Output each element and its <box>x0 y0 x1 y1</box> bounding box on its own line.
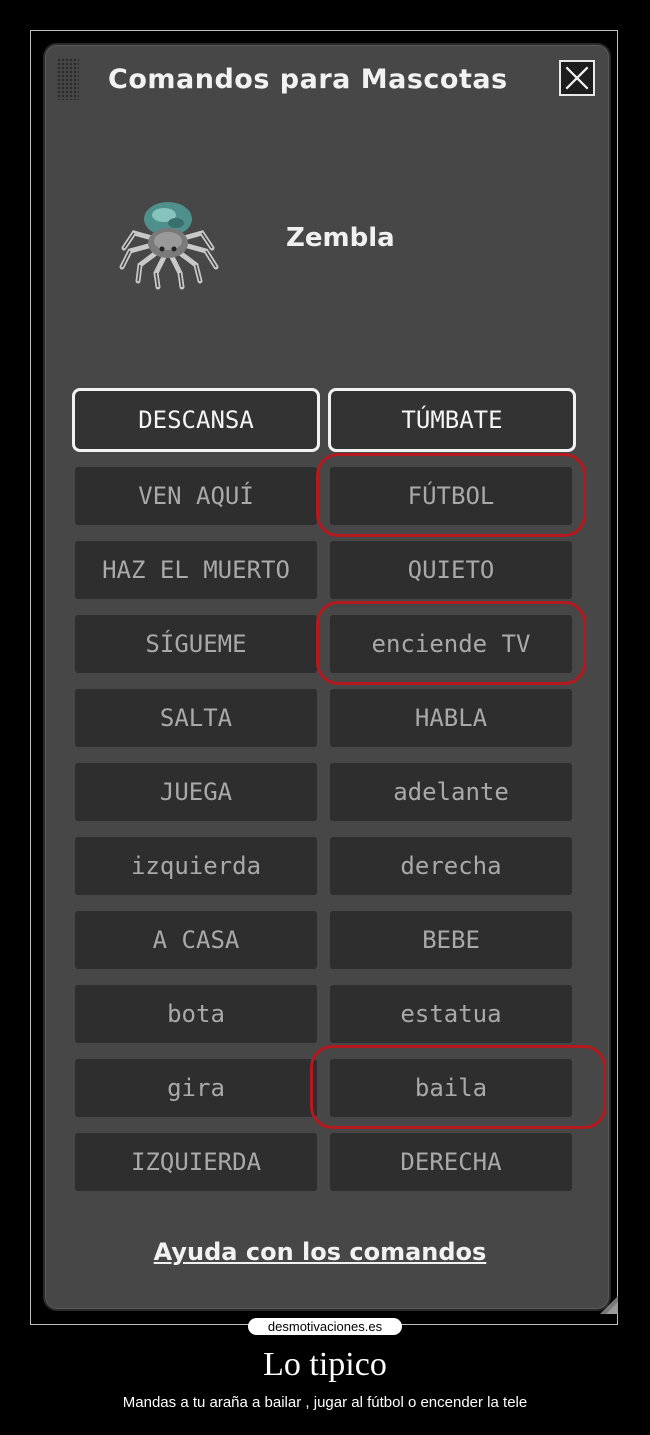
command-button-quieto[interactable]: QUIETO <box>330 541 572 599</box>
command-button-adelante[interactable]: adelante <box>330 763 572 821</box>
command-button-descansa[interactable]: DESCANSA <box>72 388 320 452</box>
command-button-salta[interactable]: SALTA <box>75 689 317 747</box>
command-button-futbol[interactable]: FÚTBOL <box>330 467 572 525</box>
help-link[interactable]: Ayuda con los comandos <box>0 1234 640 1270</box>
pet-name: Zembla <box>286 223 395 253</box>
close-icon <box>565 66 589 90</box>
command-button-juega[interactable]: JUEGA <box>75 763 317 821</box>
command-button-izquierda[interactable]: izquierda <box>75 837 317 895</box>
command-button-enciende-tv[interactable]: enciende TV <box>330 615 572 673</box>
drag-grip-icon[interactable] <box>57 58 79 100</box>
command-button-gira[interactable]: gira <box>75 1059 317 1117</box>
command-button-sigueme[interactable]: SÍGUEME <box>75 615 317 673</box>
command-button-bota[interactable]: bota <box>75 985 317 1043</box>
watermark: desmotivaciones.es <box>248 1318 402 1335</box>
command-button-izquierda[interactable]: IZQUIERDA <box>75 1133 317 1191</box>
spider-icon <box>119 202 219 290</box>
command-button-derecha[interactable]: derecha <box>330 837 572 895</box>
command-button-tumbate[interactable]: TÚMBATE <box>328 388 576 452</box>
command-button-habla[interactable]: HABLA <box>330 689 572 747</box>
command-button-bebe[interactable]: BEBE <box>330 911 572 969</box>
command-button-estatua[interactable]: estatua <box>330 985 572 1043</box>
resize-handle-icon[interactable] <box>596 1294 620 1316</box>
command-button-derecha[interactable]: DERECHA <box>330 1133 572 1191</box>
command-button-baila[interactable]: baila <box>330 1059 572 1117</box>
caption-subtitle: Mandas a tu araña a bailar , jugar al fú… <box>122 1394 528 1411</box>
command-button-haz-el-muerto[interactable]: HAZ EL MUERTO <box>75 541 317 599</box>
caption-title: Lo tipico <box>263 1346 387 1383</box>
command-button-ven-aqui[interactable]: VEN AQUÍ <box>75 467 317 525</box>
close-button[interactable] <box>559 60 595 96</box>
window-title: Comandos para Mascotas <box>108 64 508 95</box>
command-button-a-casa[interactable]: A CASA <box>75 911 317 969</box>
